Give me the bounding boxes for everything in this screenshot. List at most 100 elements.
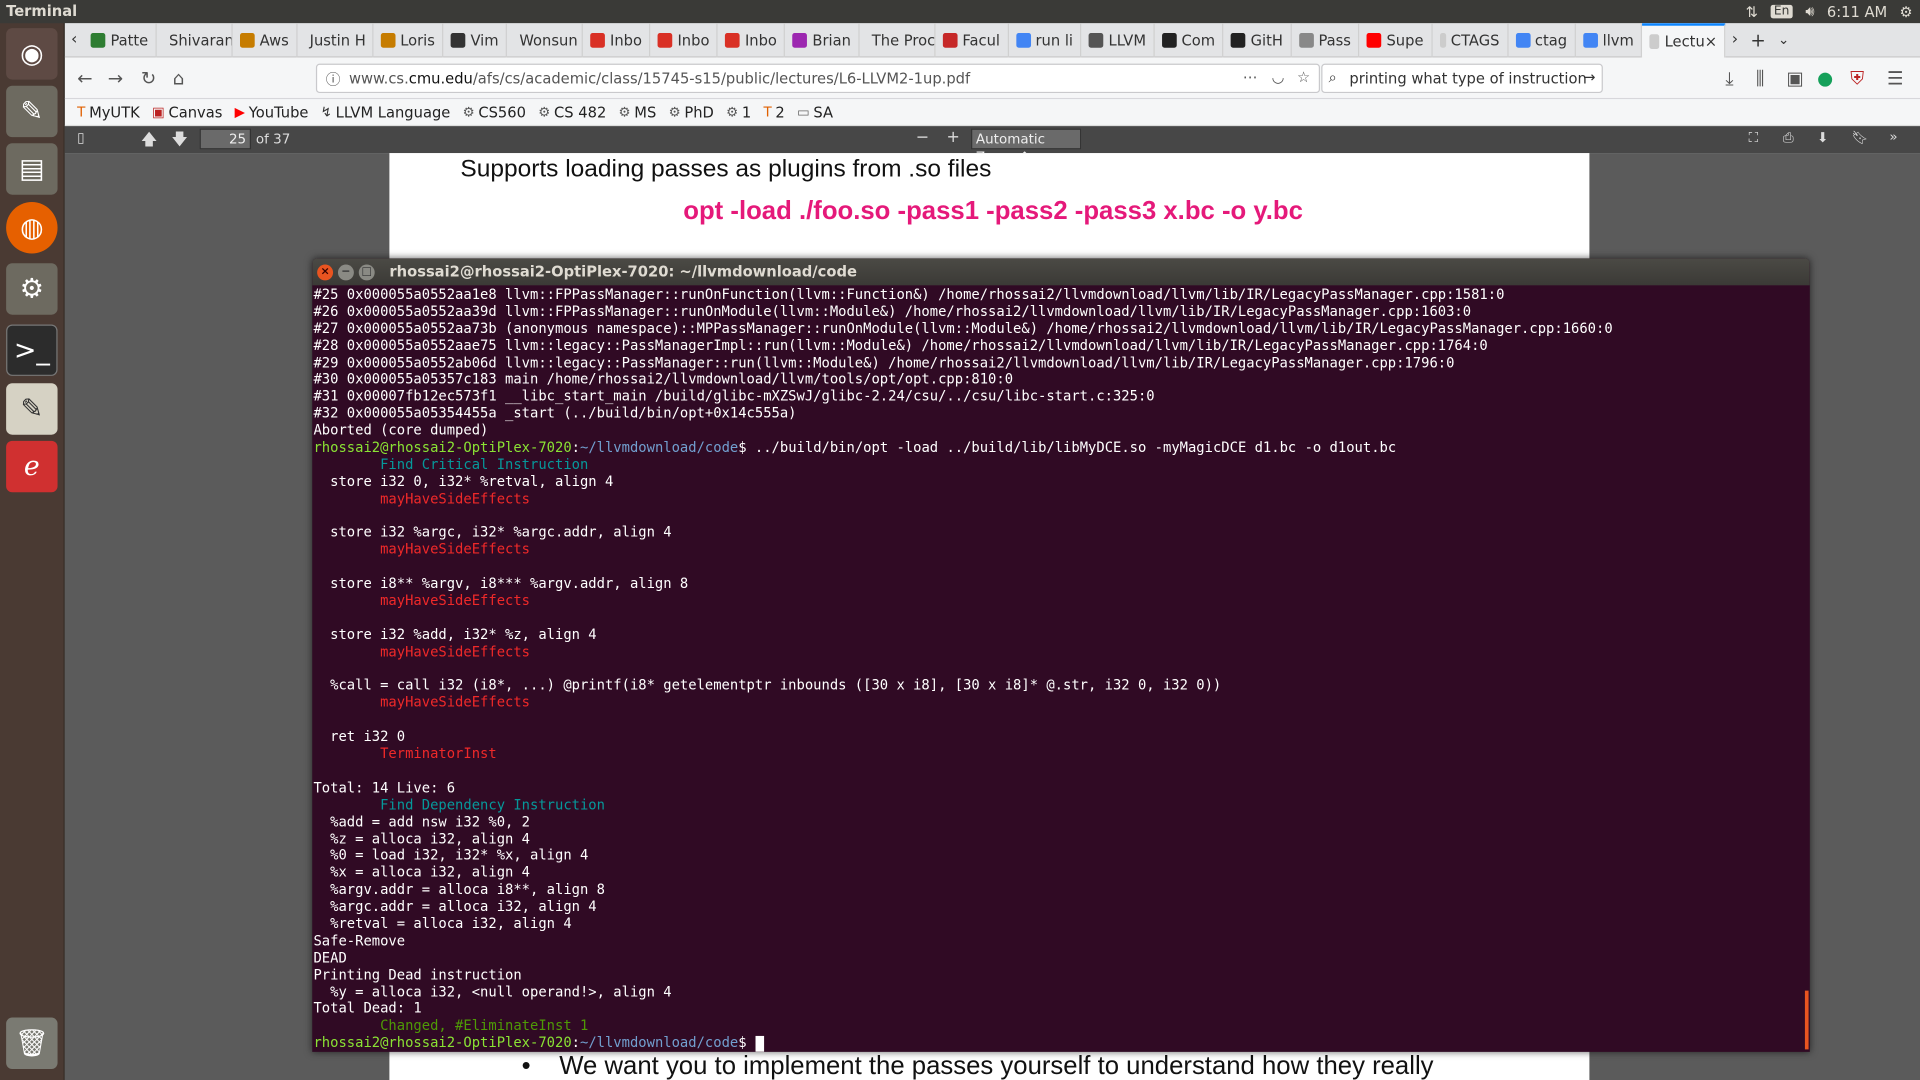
top-panel: Terminal ⇅ En 🔊︎ 6:11 AM ⚙ <box>0 0 1920 24</box>
network-icon[interactable]: ⇅ <box>1746 3 1758 20</box>
search-bar[interactable]: ⌕ printing what type of instruction → <box>1321 63 1603 94</box>
terminal-text: : <box>571 439 580 456</box>
terminal-line: mayHaveSideEffects <box>313 695 1809 712</box>
search-input[interactable]: printing what type of instruction <box>1349 70 1586 87</box>
terminal-text: #32 0x000055a05354455a _start (../build/… <box>313 405 797 422</box>
info-icon[interactable]: ⓘ <box>326 69 341 90</box>
volume-icon[interactable]: 🔊︎ <box>1805 2 1814 20</box>
firefox-icon[interactable]: ◍ <box>6 202 58 254</box>
terminal-titlebar[interactable]: × − □ rhossai2@rhossai2-OptiPlex-7020: ~… <box>312 258 1810 286</box>
bookmark-item[interactable]: ⚙ CS 482 <box>538 103 606 120</box>
maximize-icon[interactable]: □ <box>358 263 375 280</box>
tab-17[interactable]: Pass <box>1292 22 1360 57</box>
tab-19[interactable]: CTAGS <box>1432 22 1508 57</box>
tab-3[interactable]: Justin H <box>297 22 374 57</box>
menu-icon[interactable]: ☰ <box>1887 67 1903 89</box>
bookmark-item[interactable]: ↯ LLVM Language <box>321 103 451 120</box>
tab-15[interactable]: Com <box>1155 22 1224 57</box>
previous-page-icon[interactable]: 🡅 <box>141 129 157 156</box>
bookmark-favicon-icon: ⚙ <box>726 104 739 121</box>
presentation-mode-icon[interactable]: ⛶ <box>1749 130 1758 147</box>
tabs-scroll-right-icon[interactable]: › <box>1726 31 1745 49</box>
tab-0[interactable]: Patte <box>84 22 157 57</box>
zoom-out-icon[interactable]: − <box>916 129 929 147</box>
tab-label: The Proc <box>871 31 936 49</box>
ublock-icon[interactable]: ⛨ <box>1850 67 1864 89</box>
tab-21[interactable]: llvm <box>1576 22 1643 57</box>
tab-list-chevron-icon[interactable]: ⌄ <box>1772 32 1796 48</box>
tools-chevron-icon[interactable]: » <box>1889 129 1897 145</box>
search-go-icon[interactable]: → <box>1583 69 1595 86</box>
terminal-text: Aborted (core dumped) <box>313 422 489 439</box>
url-bar[interactable]: ⓘ www.cs.cmu.edu/afs/cs/academic/class/1… <box>315 63 1321 94</box>
terminal-text: store i32 %argc, i32* %argc.addr, align … <box>313 524 672 541</box>
text-editor-icon[interactable]: ✎ <box>6 85 58 138</box>
home-icon[interactable]: ⌂ <box>173 67 185 89</box>
tab-4[interactable]: Loris <box>373 22 444 57</box>
tab-8[interactable]: Inbo <box>651 22 719 57</box>
gedit-icon[interactable]: ✎ <box>6 383 58 435</box>
settings-gear-icon[interactable]: ⚙ <box>1899 3 1912 20</box>
bookmark-item[interactable]: ⚙ CS560 <box>463 103 526 120</box>
keyboard-layout[interactable]: En <box>1770 4 1794 19</box>
reload-icon[interactable]: ↻ <box>141 67 156 89</box>
terminal-scrollbar[interactable] <box>1804 990 1809 1050</box>
bookmark-star-icon[interactable]: ☆ <box>1297 69 1310 86</box>
tab-5[interactable]: Vim <box>443 22 508 57</box>
bookmark-item[interactable]: ⚙ PhD <box>669 103 714 120</box>
bookmark-item[interactable]: ⚙ 1 <box>726 103 751 120</box>
new-tab-icon[interactable]: + <box>1744 29 1772 51</box>
tab-2[interactable]: Aws <box>233 22 298 57</box>
toggle-sidebar-icon[interactable]: ▯ <box>77 130 84 146</box>
page-number-input[interactable]: 25 <box>199 128 252 150</box>
dash-home-icon[interactable]: ◉ <box>6 28 58 80</box>
bookmark-item[interactable]: ▣ Canvas <box>152 103 222 120</box>
print-icon[interactable]: ⎙ <box>1783 130 1794 147</box>
downloads-icon[interactable]: ⤓ <box>1725 67 1733 89</box>
bookmark-item[interactable]: T2 <box>763 103 784 120</box>
pocket-icon[interactable]: ◡ <box>1272 69 1285 86</box>
bookmark-icon[interactable]: 🔖︎ <box>1851 130 1868 146</box>
close-icon[interactable]: × <box>317 263 334 280</box>
tabs-scroll-left-icon[interactable]: ‹ <box>65 31 84 49</box>
page-actions-icon[interactable]: ⋯ <box>1243 69 1258 86</box>
bookmark-item[interactable]: ▶ YouTube <box>235 103 309 120</box>
tab-label: Lectu <box>1664 32 1705 50</box>
zoom-in-icon[interactable]: + <box>947 129 960 147</box>
bookmark-item[interactable]: T MyUTK <box>77 103 140 120</box>
tab-11[interactable]: The Proc <box>860 22 936 57</box>
tab-10[interactable]: Brian <box>785 22 860 57</box>
forward-icon[interactable]: → <box>108 67 123 89</box>
tab-20[interactable]: ctag <box>1508 22 1576 57</box>
tab-6[interactable]: Wonsun <box>507 22 584 57</box>
trash-icon[interactable]: 🗑︎ <box>6 1017 58 1069</box>
terminal-icon[interactable]: >_ <box>6 324 58 376</box>
zoom-select[interactable]: Automatic Zoom ⇕ <box>971 128 1082 165</box>
tab-14[interactable]: LLVM <box>1082 22 1155 57</box>
tab-12[interactable]: Facul <box>935 22 1009 57</box>
bookmark-item[interactable]: ▭ SA <box>797 103 833 120</box>
next-page-icon[interactable]: 🡇 <box>171 129 187 156</box>
terminal-window[interactable]: × − □ rhossai2@rhossai2-OptiPlex-7020: ~… <box>312 258 1810 1052</box>
system-settings-icon[interactable]: ⚙ <box>6 263 58 315</box>
tab-18[interactable]: Supe <box>1360 22 1433 57</box>
library-icon[interactable]: ⫼ <box>1756 67 1764 89</box>
tab-7[interactable]: Inbo <box>583 22 651 57</box>
terminal-output[interactable]: #25 0x000055a0552aa1e8 llvm::FPPassManag… <box>312 285 1810 1052</box>
clock[interactable]: 6:11 AM <box>1827 3 1887 20</box>
tab-1[interactable]: Shivaran <box>157 22 233 57</box>
grammarly-icon[interactable]: ● <box>1817 67 1833 89</box>
minimize-icon[interactable]: − <box>337 263 354 280</box>
tab-16[interactable]: GitH <box>1224 22 1292 57</box>
back-icon[interactable]: ← <box>77 67 92 89</box>
bookmark-item[interactable]: ⚙ MS <box>619 103 657 120</box>
sidebar-icon[interactable]: ▣ <box>1787 67 1804 89</box>
terminal-line: #32 0x000055a05354455a _start (../build/… <box>313 406 1809 423</box>
save-icon[interactable]: ⬇ <box>1817 130 1828 146</box>
file-manager-icon[interactable]: ▤ <box>6 143 58 195</box>
tab-9[interactable]: Inbo <box>718 22 786 57</box>
tab-22[interactable]: Lectu × <box>1642 22 1726 57</box>
close-tab-icon[interactable]: × <box>1705 32 1717 49</box>
document-viewer-icon[interactable]: ℯ <box>6 440 58 493</box>
tab-13[interactable]: run li <box>1009 22 1082 57</box>
